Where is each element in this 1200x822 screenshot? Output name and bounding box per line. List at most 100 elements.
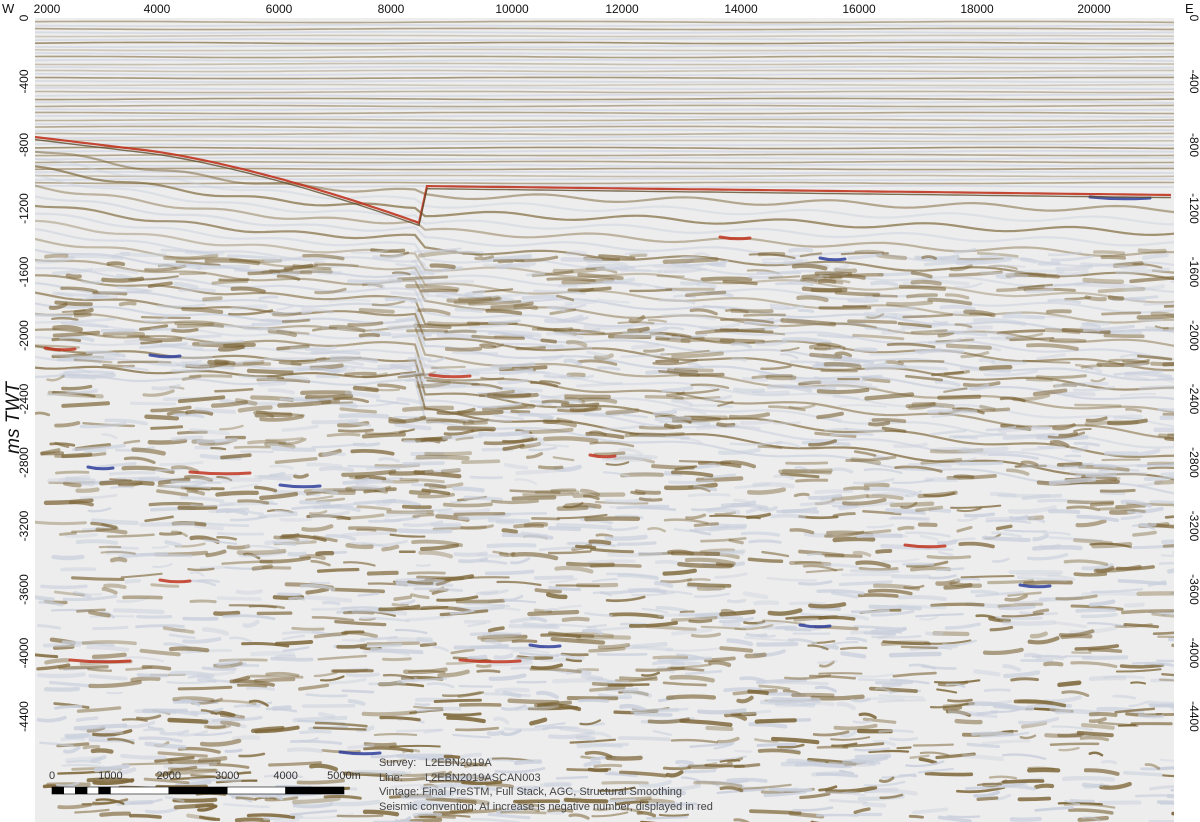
deep-wavelet xyxy=(1001,779,1045,784)
deep-wavelet xyxy=(274,639,314,646)
deep-wavelet xyxy=(863,482,890,488)
deep-wavelet xyxy=(1057,680,1082,688)
deep-wavelet xyxy=(862,801,887,808)
deep-wavelet xyxy=(44,658,71,665)
deep-wavelet xyxy=(304,393,354,400)
y-tick-label-right: -1200 xyxy=(1187,193,1200,224)
x-tick-label: 8000 xyxy=(378,2,405,16)
deep-wavelet xyxy=(91,652,127,660)
deep-wavelet xyxy=(745,632,768,638)
deep-wavelet xyxy=(345,543,374,550)
deep-wavelet xyxy=(875,306,917,313)
deep-wavelet xyxy=(748,722,788,729)
deep-wavelet xyxy=(634,489,661,495)
deep-wavelet xyxy=(850,609,890,614)
deep-wavelet xyxy=(315,551,335,556)
deep-wavelet xyxy=(491,499,539,505)
deep-wavelet xyxy=(382,657,412,662)
deep-wavelet xyxy=(167,717,209,724)
deep-wavelet xyxy=(1056,462,1083,468)
deep-wavelet xyxy=(247,439,287,445)
deep-wavelet xyxy=(135,624,185,629)
deep-wavelet xyxy=(840,646,868,651)
deep-wavelet xyxy=(772,421,802,425)
deep-wavelet xyxy=(832,536,876,543)
deep-wavelet xyxy=(389,744,441,748)
deep-wavelet xyxy=(373,733,418,737)
deep-wavelet xyxy=(344,371,377,376)
deep-wavelet xyxy=(587,559,636,565)
deep-wavelet xyxy=(1081,723,1115,730)
deep-wavelet xyxy=(281,318,311,323)
deep-wavelet xyxy=(538,465,564,470)
strong-amplitude-event xyxy=(428,373,472,379)
deep-wavelet xyxy=(796,295,829,303)
deep-wavelet xyxy=(246,368,294,375)
deep-wavelet xyxy=(318,466,354,473)
deep-wavelet xyxy=(407,580,434,585)
deep-wavelet xyxy=(499,342,548,346)
deep-wavelet xyxy=(109,478,133,482)
deep-wavelet xyxy=(1088,648,1123,654)
deep-wavelet xyxy=(705,725,734,732)
deep-wavelet xyxy=(435,368,480,377)
deep-wavelet xyxy=(709,262,727,268)
deep-wavelet xyxy=(444,329,477,334)
deep-wavelet xyxy=(65,476,96,483)
deep-wavelet xyxy=(1138,713,1165,719)
deep-wavelet xyxy=(890,574,931,579)
deep-wavelet xyxy=(401,504,432,510)
deep-wavelet xyxy=(55,470,90,475)
deep-wavelet xyxy=(232,735,261,741)
deep-wavelet xyxy=(1117,724,1137,727)
scale-bar-segment xyxy=(285,786,345,795)
deep-wavelet xyxy=(627,326,650,333)
deep-wavelet xyxy=(1120,265,1148,270)
deep-wavelet xyxy=(361,710,418,717)
deep-wavelet xyxy=(177,685,233,691)
deep-wavelet xyxy=(1038,543,1061,550)
deep-wavelet xyxy=(663,423,683,429)
deep-wavelet xyxy=(236,548,287,556)
deep-wavelet xyxy=(776,680,829,686)
deep-wavelet xyxy=(258,295,279,300)
strong-amplitude-event xyxy=(718,235,752,241)
deep-wavelet xyxy=(1119,663,1165,669)
deep-wavelet xyxy=(853,347,878,353)
deep-wavelet xyxy=(76,608,106,613)
deep-wavelet xyxy=(245,686,276,691)
deep-wavelet xyxy=(51,554,85,561)
deep-wavelet xyxy=(91,518,139,526)
y-tick-label-right: -3200 xyxy=(1187,511,1200,542)
deep-wavelet xyxy=(696,585,726,592)
deep-wavelet xyxy=(1123,770,1163,777)
deep-wavelet xyxy=(90,748,114,754)
deep-wavelet xyxy=(358,307,395,314)
deep-wavelet xyxy=(134,709,177,715)
deep-wavelet xyxy=(260,269,281,274)
deep-wavelet xyxy=(954,577,980,582)
deep-wavelet xyxy=(945,343,992,350)
y-tick-label-right: -3600 xyxy=(1187,574,1200,605)
deep-wavelet xyxy=(847,319,898,325)
deep-wavelet xyxy=(732,387,766,394)
deep-wavelet xyxy=(893,442,928,449)
deep-wavelet xyxy=(101,276,145,283)
deep-wavelet xyxy=(1054,381,1109,388)
deep-wavelet xyxy=(834,290,880,297)
deep-wavelet xyxy=(543,608,559,612)
deep-wavelet xyxy=(484,569,535,576)
y-tick-label-right: -2000 xyxy=(1187,320,1200,351)
deep-wavelet xyxy=(926,555,972,560)
deep-wavelet xyxy=(63,370,115,375)
deep-wavelet xyxy=(818,672,863,675)
deep-wavelet xyxy=(170,480,222,484)
deep-wavelet xyxy=(180,359,202,365)
deep-wavelet xyxy=(1079,736,1110,742)
deep-wavelet xyxy=(233,704,261,708)
deep-wavelet xyxy=(1088,712,1118,717)
deep-wavelet xyxy=(35,520,87,526)
line-value: L2EBN2019ASCAN003 xyxy=(425,771,541,784)
deep-wavelet xyxy=(857,593,899,598)
deep-wavelet xyxy=(866,494,904,501)
